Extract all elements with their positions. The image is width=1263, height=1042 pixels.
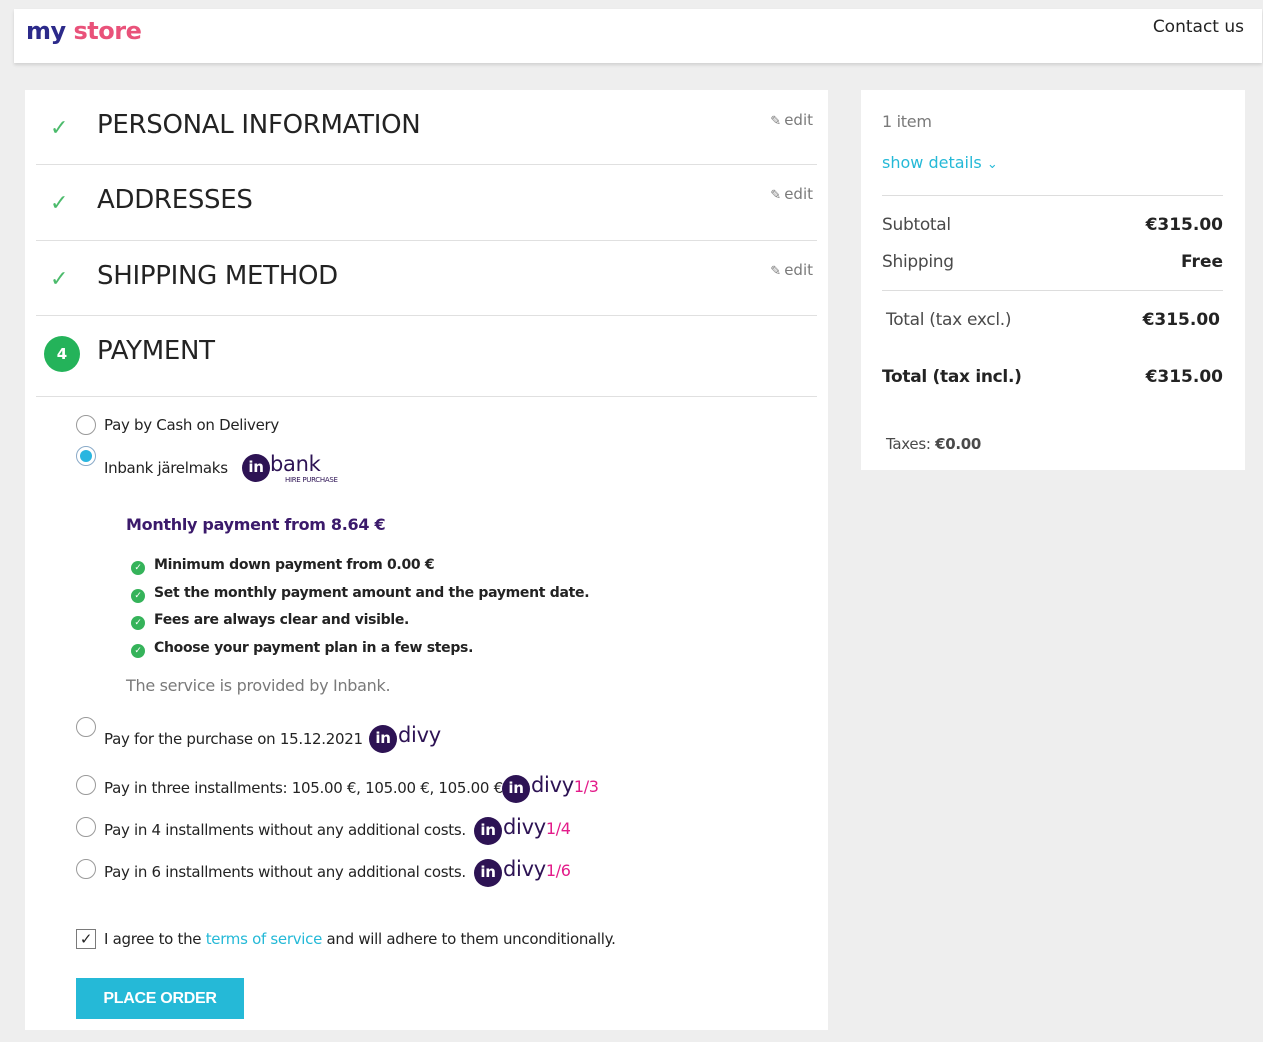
step-addresses[interactable]: ✓ ADDRESSES ✎ edit [36,165,817,241]
radio-four-installments[interactable] [76,817,96,837]
provider-note: The service is provided by Inbank. [126,676,391,695]
radio-inbank[interactable] [76,446,96,466]
shipping-value: Free [1181,252,1223,272]
feature-item: ✓ Fees are always clear and visible. [131,612,409,630]
radio-six-installments[interactable] [76,859,96,879]
option-label: Pay by Cash on Delivery [104,416,279,434]
pencil-icon: ✎ [770,114,782,129]
pencil-icon: ✎ [770,188,782,203]
step-number-badge: 4 [44,336,80,372]
radio-cod[interactable] [76,415,96,435]
divy-logo-icon: in [474,817,502,845]
item-count: 1 item [882,112,932,131]
place-order-button[interactable]: PLACE ORDER [76,978,244,1019]
step-title: ADDRESSES [97,185,253,215]
checkmark-icon: ✓ [50,267,69,292]
step-payment: 4 PAYMENT [36,316,817,397]
divy-logo-icon: in [474,859,502,887]
inbank-brand-sub: HIRE PURCHASE [285,476,338,484]
subtotal-label: Subtotal [882,215,951,235]
check-circle-icon: ✓ [131,616,145,630]
fraction-label: 1/4 [545,819,571,838]
radio-pay-later[interactable] [76,717,96,737]
site-header: my store Contact us [14,9,1262,63]
monthly-payment-text: Monthly payment from 8.64 € [126,515,386,534]
check-circle-icon: ✓ [131,644,145,658]
option-label: Inbank järelmaks [104,459,228,477]
logo-my: my [26,17,66,45]
divy-brand: divy1/6 [503,857,571,881]
step-title: PERSONAL INFORMATION [97,110,421,140]
subtotal-value: €315.00 [1145,215,1223,235]
store-logo[interactable]: my store [26,17,142,45]
inbank-brand: bank [270,452,321,476]
logo-store: store [73,17,142,45]
feature-item: ✓ Set the monthly payment amount and the … [131,585,590,603]
chevron-down-icon: ⌄ [986,157,998,172]
divy-brand: divy1/3 [531,773,599,797]
edit-personal-button[interactable]: ✎ edit [770,111,813,129]
fraction-label: 1/3 [573,777,599,796]
contact-us-link[interactable]: Contact us [1153,17,1244,37]
total-excl-value: €315.00 [1142,310,1220,330]
total-excl-label: Total (tax excl.) [886,310,1012,330]
divy-brand: divy1/4 [503,815,571,839]
total-incl-label: Total (tax incl.) [882,367,1022,387]
checkmark-icon: ✓ [50,191,69,216]
checkout-steps: ✓ PERSONAL INFORMATION ✎ edit ✓ ADDRESSES… [25,90,828,1030]
inbank-logo-icon: in [242,454,270,482]
total-incl-value: €315.00 [1145,367,1223,387]
step-shipping-method[interactable]: ✓ SHIPPING METHOD ✎ edit [36,241,817,316]
shipping-label: Shipping [882,252,954,272]
option-label: Pay in 4 installments without any additi… [104,821,466,839]
fraction-label: 1/6 [545,861,571,880]
pencil-icon: ✎ [770,264,782,279]
edit-shipping-button[interactable]: ✎ edit [770,261,813,279]
divider [882,290,1223,291]
terms-of-service-link[interactable]: terms of service [206,930,323,948]
taxes-row: Taxes: €0.00 [886,435,982,453]
feature-item: ✓ Choose your payment plan in a few steps… [131,640,473,658]
feature-item: ✓ Minimum down payment from 0.00 € [131,557,435,575]
check-circle-icon: ✓ [131,589,145,603]
step-title: PAYMENT [97,336,215,366]
check-circle-icon: ✓ [131,561,145,575]
divy-logo-icon: in [369,725,397,753]
edit-addresses-button[interactable]: ✎ edit [770,185,813,203]
step-title: SHIPPING METHOD [97,261,338,291]
show-details-toggle[interactable]: show details ⌄ [882,153,998,172]
option-label: Pay in 6 installments without any additi… [104,863,466,881]
divider [882,195,1223,196]
terms-checkbox[interactable]: ✓ [76,929,96,949]
radio-three-installments[interactable] [76,775,96,795]
order-summary: 1 item show details ⌄ Subtotal €315.00 S… [861,90,1245,470]
option-label: Pay for the purchase on 15.12.2021 [104,730,363,748]
divy-logo-icon: in [502,775,530,803]
divy-brand: divy [398,723,441,747]
checkmark-icon: ✓ [50,116,69,141]
step-personal-information[interactable]: ✓ PERSONAL INFORMATION ✎ edit [36,90,817,165]
option-label: Pay in three installments: 105.00 €, 105… [104,779,508,797]
